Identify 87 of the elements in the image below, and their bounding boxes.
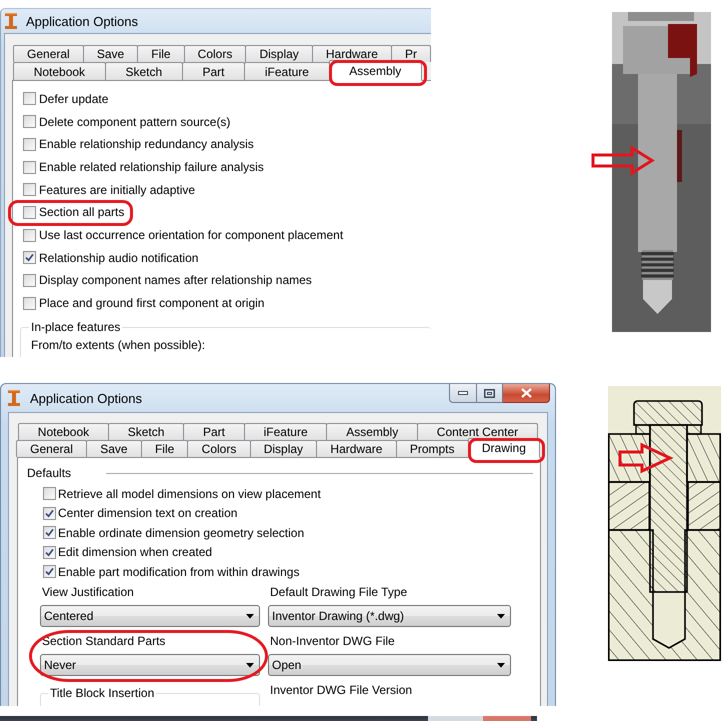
tab[interactable]: Sketch	[108, 423, 184, 440]
group-title: Title Block Insertion	[48, 686, 156, 700]
checkmark-icon	[45, 508, 54, 518]
checkbox[interactable]	[43, 526, 56, 540]
maximize-icon	[484, 388, 495, 398]
app-logo-icon	[8, 390, 20, 406]
checkbox[interactable]	[23, 92, 36, 106]
tab[interactable]: Save	[86, 440, 142, 457]
checkbox[interactable]	[23, 274, 36, 287]
checkmark-icon	[25, 253, 34, 262]
window-title: Application Options	[26, 14, 138, 28]
checkbox-label: Enable related relationship failure analysis	[39, 160, 264, 174]
field-label: Inventor DWG File Version	[269, 683, 412, 697]
caret-down-icon	[497, 662, 505, 668]
tab[interactable]: Notebook	[13, 62, 106, 80]
checkbox[interactable]	[23, 160, 36, 174]
checkbox[interactable]	[43, 565, 56, 578]
checkbox[interactable]	[43, 546, 56, 559]
dropdown[interactable]: Never	[40, 654, 260, 676]
tab[interactable]: Sketch	[104, 62, 183, 80]
minimize-button[interactable]	[449, 384, 476, 403]
caret-down-icon	[497, 614, 505, 618]
checkmark-icon	[45, 528, 54, 538]
caret-down-icon	[246, 662, 254, 668]
tab[interactable]: General	[16, 440, 88, 457]
checkbox-label: Relationship audio notification	[39, 250, 198, 265]
checkbox-label: Enable relationship redundancy analysis	[39, 137, 254, 152]
checkbox[interactable]	[23, 138, 36, 151]
annotation-arrow	[618, 442, 674, 474]
tab[interactable]: Prompts	[396, 440, 469, 457]
checkbox-label: Retrieve all model dimensions on view placement	[58, 486, 321, 501]
tab[interactable]: Assembly	[326, 423, 418, 440]
tab[interactable]: Display	[245, 45, 313, 62]
close-button[interactable]	[503, 384, 550, 403]
dropdown[interactable]: Centered	[40, 605, 260, 627]
tab[interactable]: iFeature	[244, 62, 330, 80]
checkbox[interactable]	[23, 183, 36, 196]
tab[interactable]: General	[13, 45, 84, 62]
maximize-button[interactable]	[476, 384, 503, 403]
checkbox-label: Section all parts	[39, 205, 124, 220]
tab[interactable]: File	[137, 45, 185, 62]
group-title: In-place features	[29, 320, 122, 334]
checkbox-label: Defer update	[39, 92, 108, 106]
checkbox[interactable]	[43, 506, 56, 520]
checkmark-icon	[45, 567, 54, 576]
checkbox[interactable]	[23, 296, 36, 310]
tab[interactable]: Notebook	[18, 423, 109, 440]
window-title: Application Options	[30, 390, 142, 406]
tab[interactable]: Content Center	[417, 423, 538, 440]
checkbox-label: Delete component pattern source(s)	[39, 114, 230, 129]
field-label: Default Drawing File Type	[269, 585, 408, 599]
field-label: View Justification	[41, 585, 134, 599]
checkbox[interactable]	[23, 206, 36, 219]
tab[interactable]: Part	[182, 62, 246, 80]
section-title: Defaults	[27, 466, 72, 480]
annotation-arrow	[592, 145, 655, 176]
checkbox[interactable]	[43, 487, 56, 500]
tab[interactable]: iFeature	[244, 423, 328, 440]
close-icon	[520, 388, 532, 398]
group-caption: From/to extents (when possible):	[30, 338, 206, 352]
checkbox-label: Edit dimension when created	[58, 545, 212, 560]
minimize-icon	[458, 391, 468, 395]
app-logo-icon	[5, 13, 17, 29]
tab[interactable]: Display	[250, 440, 318, 457]
tab[interactable]: Save	[82, 45, 138, 62]
tab[interactable]: File	[140, 440, 188, 457]
tab[interactable]: Hardware	[312, 45, 392, 62]
checkbox-label: Place and ground first component at origin	[39, 296, 264, 310]
tab[interactable]: Part	[183, 423, 245, 440]
checkbox[interactable]	[23, 228, 36, 242]
field-label: Non-Inventor DWG File	[269, 634, 395, 648]
checkbox[interactable]	[23, 115, 36, 128]
checkbox-label: Enable ordinate dimension geometry selection	[58, 526, 304, 540]
checkbox-label: Center dimension text on creation	[58, 506, 238, 520]
checkmark-icon	[45, 548, 54, 557]
dropdown[interactable]: Inventor Drawing (*.dwg)	[268, 605, 511, 627]
tab[interactable]: Colors	[184, 45, 246, 62]
checkbox-label: Features are initially adaptive	[39, 182, 196, 197]
checkbox-label: Use last occurrence orientation for component placement	[39, 228, 344, 242]
tab[interactable]: Colors	[187, 440, 251, 457]
tab[interactable]: Hardware	[316, 440, 397, 457]
dropdown[interactable]: Open	[268, 654, 511, 676]
field-label: Section Standard Parts	[41, 634, 166, 648]
checkbox[interactable]	[23, 251, 36, 264]
checkbox-label: Enable part modification from within drawings	[58, 564, 300, 579]
checkbox-label: Display component names after relationship names	[39, 273, 312, 288]
caret-down-icon	[246, 614, 254, 618]
